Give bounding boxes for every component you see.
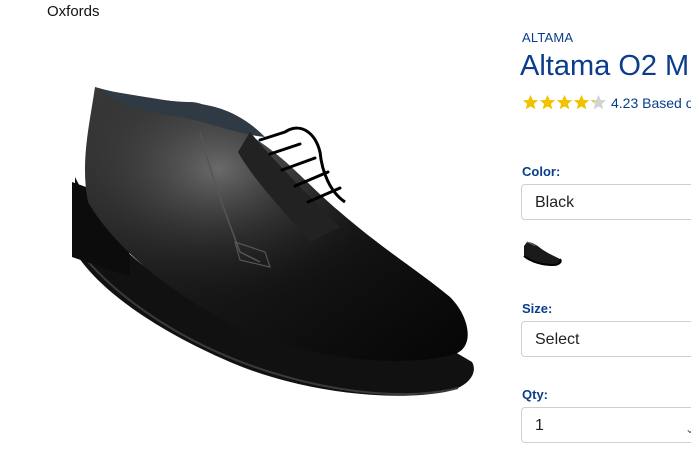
qty-select-value: 1 (535, 417, 544, 434)
rating[interactable]: 4.23 Based o (522, 94, 691, 111)
star-full-icon (539, 94, 556, 110)
star-full-icon (556, 94, 573, 110)
product-title: Altama O2 M (520, 50, 690, 82)
product-page: Oxfords ALTAMA Altama O2 M 4.23 Based o … (0, 0, 691, 461)
size-label: Size: (522, 301, 553, 316)
star-full-icon (573, 94, 590, 110)
chevron-down-icon: ⌄ (685, 422, 691, 436)
breadcrumb-current[interactable]: Oxfords (47, 3, 100, 20)
rating-stars (522, 94, 607, 111)
star-full-icon (522, 94, 539, 110)
product-image[interactable] (60, 62, 490, 422)
star-partial-icon (590, 94, 607, 110)
qty-select[interactable]: 1 ⌄ (521, 407, 691, 443)
rating-text[interactable]: 4.23 Based o (611, 95, 691, 111)
color-select[interactable]: Black (521, 184, 691, 220)
qty-label: Qty: (522, 387, 548, 402)
size-select-value: Select (535, 331, 580, 348)
size-select[interactable]: Select (521, 321, 691, 357)
black-oxford-shoe-swatch[interactable] (521, 234, 563, 268)
brand-link[interactable]: ALTAMA (522, 30, 573, 45)
color-select-value: Black (535, 194, 575, 211)
color-label: Color: (522, 164, 561, 179)
